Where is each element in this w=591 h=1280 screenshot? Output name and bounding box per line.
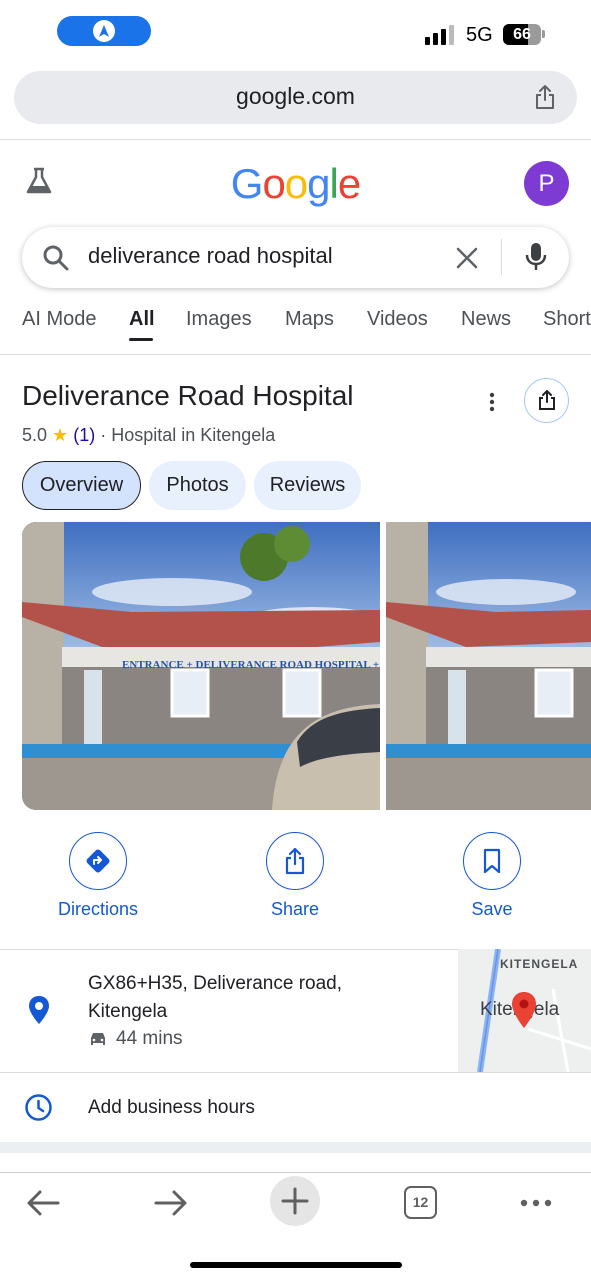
search-box[interactable]: deliverance road hospital (22, 227, 569, 288)
add-hours-link[interactable]: Add business hours (88, 1097, 255, 1119)
chip-reviews[interactable]: Reviews (254, 461, 361, 510)
address-line-2: Kitengela (88, 1001, 168, 1022)
more-menu-icon[interactable] (518, 1178, 558, 1228)
place-title: Deliverance Road Hospital (22, 380, 354, 411)
plus-icon (281, 1187, 309, 1215)
save-button[interactable]: Save (422, 832, 562, 932)
tab-videos[interactable]: Videos (367, 308, 428, 331)
review-count[interactable]: (1) (73, 425, 95, 445)
tab-all[interactable]: All (129, 308, 155, 331)
google-logo[interactable]: Google (0, 160, 591, 208)
map-thumbnail[interactable]: KITENGELA Kitengela (458, 949, 591, 1072)
toolbar-divider (0, 1172, 591, 1173)
clock-icon (25, 1094, 52, 1121)
rating-value: 5.0 (22, 425, 48, 445)
battery-tip (542, 30, 545, 38)
bookmark-icon (483, 848, 501, 874)
search-icon (43, 245, 69, 271)
search-input[interactable]: deliverance road hospital (88, 243, 333, 269)
divider (0, 354, 591, 355)
tab-maps[interactable]: Maps (285, 308, 334, 331)
search-divider (501, 239, 502, 275)
place-category: · Hospital in Kitengela (100, 425, 276, 445)
battery-level: 66 (513, 26, 531, 43)
share-button[interactable]: Share (225, 832, 365, 932)
share-icon (539, 390, 555, 410)
save-label: Save (471, 899, 513, 919)
microphone-icon[interactable] (524, 242, 548, 272)
directions-icon (86, 849, 110, 873)
drive-time: 44 mins (88, 1028, 183, 1050)
new-tab-button[interactable] (270, 1176, 320, 1226)
active-tab-underline (129, 338, 153, 341)
place-photo[interactable]: ENTRANCE + DELIVERANCE ROAD HOSPITAL + (22, 522, 380, 810)
place-subtitle: 5.0 ★ (1) · Hospital in Kitengela (22, 425, 275, 446)
back-arrow-icon[interactable] (24, 1178, 64, 1228)
place-share-button[interactable] (524, 378, 569, 423)
account-avatar[interactable]: P (524, 161, 569, 206)
share-icon (285, 847, 305, 875)
car-icon (91, 1033, 105, 1045)
more-options-icon[interactable] (482, 390, 502, 414)
share-page-icon[interactable] (533, 84, 557, 110)
place-photo[interactable] (386, 522, 591, 810)
clear-icon[interactable] (454, 245, 480, 271)
map-label-region: KITENGELA (500, 957, 579, 971)
forward-arrow-icon[interactable] (150, 1178, 190, 1228)
tab-images[interactable]: Images (186, 308, 252, 331)
address-bar[interactable]: google.com (14, 71, 577, 124)
map-pin-icon (512, 992, 536, 1028)
tab-switcher-button[interactable]: 12 (404, 1186, 437, 1219)
section-separator (0, 1142, 591, 1153)
divider (0, 1072, 591, 1073)
location-pin-icon (29, 996, 49, 1024)
address-line-1: GX86+H35, Deliverance road, (88, 973, 343, 994)
directions-label: Directions (57, 899, 139, 919)
photo-sign-text: ENTRANCE + DELIVERANCE ROAD HOSPITAL + (122, 659, 379, 671)
signal-icon (425, 25, 454, 45)
navigation-arrow-icon (93, 20, 115, 42)
divider (0, 139, 591, 140)
chip-overview[interactable]: Overview (22, 461, 141, 510)
share-label: Share (270, 899, 320, 919)
star-icon: ★ (52, 425, 69, 445)
status-bar: 5G 66 (0, 0, 591, 62)
search-tabs: AI Mode All Images Maps Videos News Shor… (0, 304, 591, 354)
network-type: 5G (466, 24, 493, 46)
chip-photos[interactable]: Photos (149, 461, 246, 510)
home-indicator[interactable] (190, 1262, 402, 1268)
drive-time-text: 44 mins (116, 1028, 183, 1049)
tab-news[interactable]: News (461, 308, 511, 331)
directions-button[interactable]: Directions (28, 832, 168, 932)
tab-ai-mode[interactable]: AI Mode (22, 308, 96, 331)
navigation-indicator[interactable] (57, 16, 151, 46)
url-text: google.com (236, 83, 355, 109)
battery-icon: 66 (503, 24, 541, 45)
address-text[interactable]: GX86+H35, Deliverance road, Kitengela (88, 970, 418, 1026)
tab-shorts[interactable]: Short (543, 308, 591, 331)
